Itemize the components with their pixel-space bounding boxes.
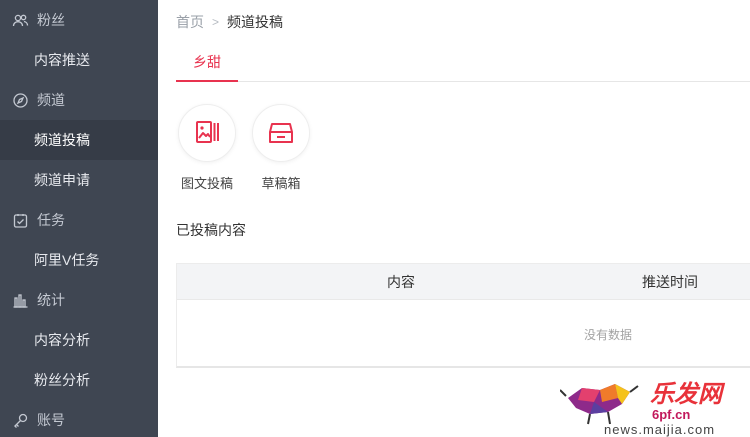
users-icon [12, 12, 29, 29]
watermark-title: 乐发网 [650, 381, 722, 408]
submitted-content-table: 内容 推送时间 没有数据 [176, 263, 750, 368]
sidebar-item-channel-submit[interactable]: 频道投稿 [0, 120, 158, 160]
sidebar-section-label: 粉丝 [37, 12, 65, 28]
watermark-logo: 乐发网 6pf.cn news.maijia.com [560, 370, 750, 437]
draft-box-icon [252, 104, 310, 162]
sidebar-item-label: 频道申请 [34, 172, 90, 188]
sidebar-item-content-analysis[interactable]: 内容分析 [0, 320, 158, 360]
breadcrumb-home-link[interactable]: 首页 [176, 12, 204, 32]
draft-box-button[interactable]: 草稿箱 [246, 104, 316, 192]
sidebar-section-channel[interactable]: 频道 [0, 80, 158, 120]
draft-box-label: 草稿箱 [261, 176, 301, 191]
bull-logo-icon [560, 384, 639, 425]
watermark-url: news.maijia.com [604, 422, 716, 437]
watermark-site: 6pf.cn [652, 407, 691, 422]
sidebar-item-aliv-tasks[interactable]: 阿里V任务 [0, 240, 158, 280]
sidebar-section-label: 频道 [37, 92, 65, 108]
sidebar-section-label: 统计 [37, 292, 65, 308]
submitted-content-title: 已投稿内容 [176, 222, 246, 238]
sidebar-item-label: 频道投稿 [34, 132, 90, 148]
image-text-post-icon [178, 104, 236, 162]
task-check-icon [12, 212, 29, 229]
breadcrumb: 首页 > 频道投稿 [176, 12, 283, 32]
sidebar-item-label: 粉丝分析 [34, 372, 90, 388]
sidebar-section-label: 任务 [37, 212, 65, 228]
compass-icon [12, 92, 29, 109]
column-header-push-time: 推送时间 [642, 274, 698, 290]
bar-chart-icon [12, 292, 29, 309]
sidebar-item-content-push[interactable]: 内容推送 [0, 40, 158, 80]
sidebar-item-channel-apply[interactable]: 频道申请 [0, 160, 158, 200]
channel-tab-bar: 乡甜 [176, 44, 750, 82]
sidebar-item-fans-analysis[interactable]: 粉丝分析 [0, 360, 158, 400]
image-text-post-button[interactable]: 图文投稿 [172, 104, 242, 192]
table-header: 内容 推送时间 [177, 264, 750, 300]
sidebar-item-label: 阿里V任务 [34, 252, 100, 268]
sidebar-section-label: 账号 [37, 412, 65, 428]
sidebar-item-label: 内容分析 [34, 332, 90, 348]
sidebar-section-account[interactable]: 账号 [0, 400, 158, 437]
sidebar-section-tasks[interactable]: 任务 [0, 200, 158, 240]
chevron-right-icon: > [212, 15, 220, 29]
breadcrumb-current: 频道投稿 [227, 14, 284, 30]
sidebar: 粉丝 内容推送 频道 频道投稿 频道申请 任务 阿里V任务 统计 内容分析 粉丝… [0, 0, 158, 437]
empty-state-text: 没有数据 [584, 328, 633, 342]
column-header-content: 内容 [387, 274, 415, 290]
image-text-post-label: 图文投稿 [180, 176, 233, 191]
key-icon [12, 412, 29, 429]
sidebar-item-label: 内容推送 [34, 52, 90, 68]
tab-xiangtian[interactable]: 乡甜 [176, 44, 238, 82]
sidebar-section-stats[interactable]: 统计 [0, 280, 158, 320]
sidebar-section-fans[interactable]: 粉丝 [0, 0, 158, 40]
